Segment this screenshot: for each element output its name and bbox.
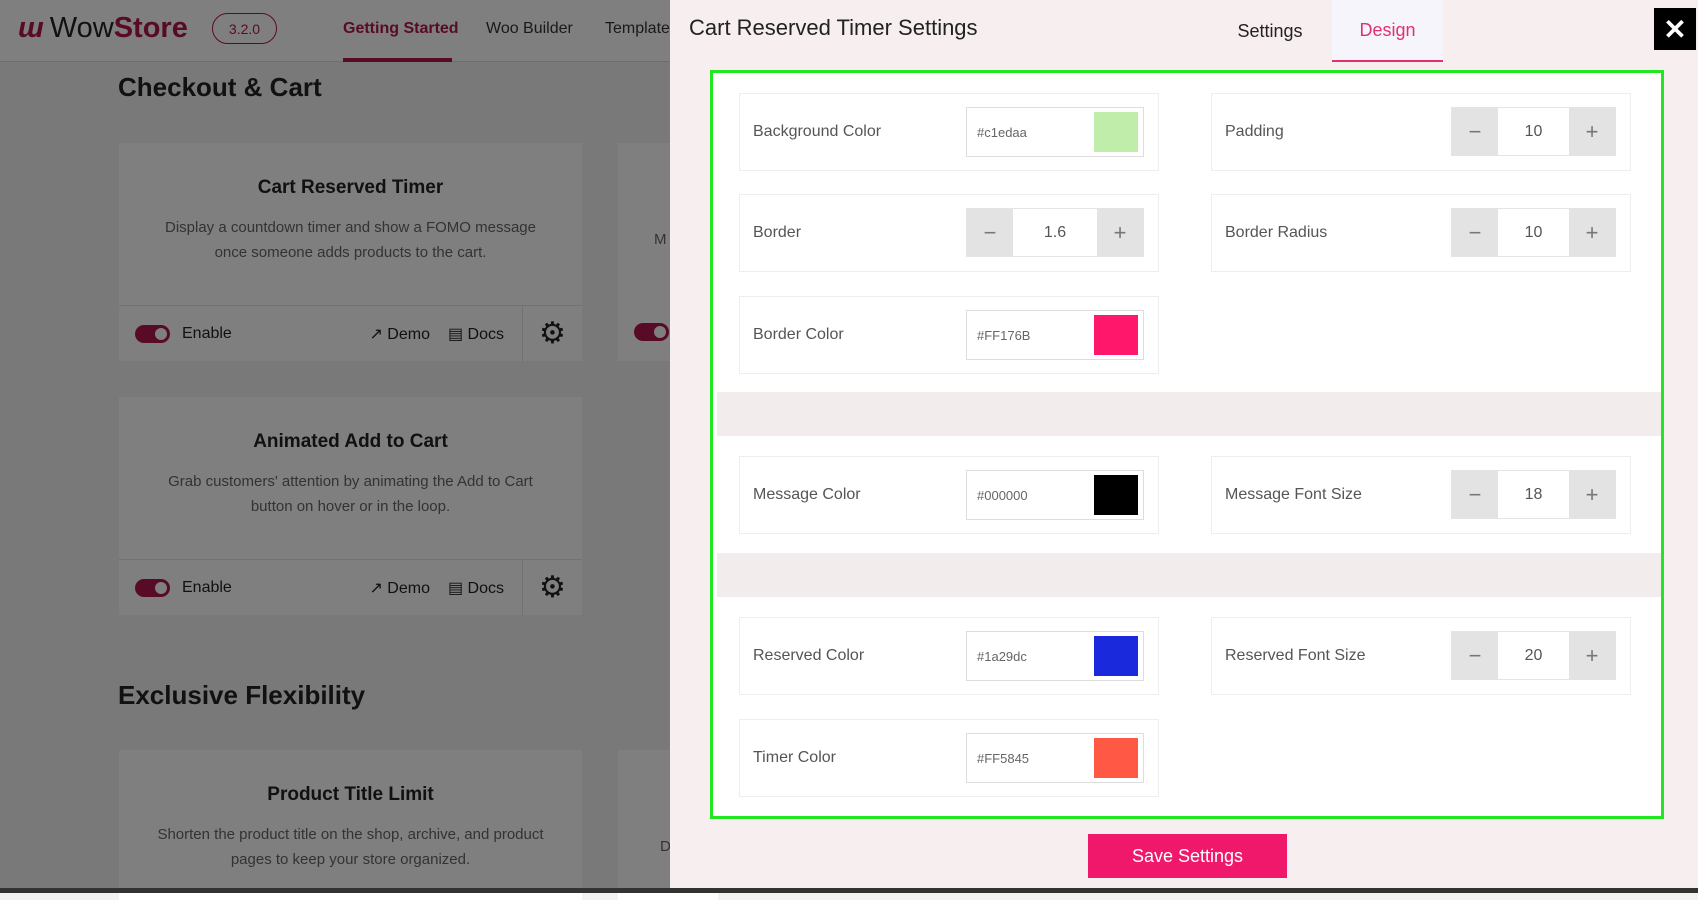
background-color-field: Background Color #c1edaa: [739, 93, 1159, 171]
message-color-field: Message Color #000000: [739, 456, 1159, 534]
border-field: Border −1.6 +: [739, 194, 1159, 272]
padding-stepper[interactable]: −10 +: [1451, 107, 1616, 156]
plus-icon[interactable]: +: [1569, 108, 1615, 155]
minus-icon[interactable]: −: [1452, 108, 1498, 155]
border-radius-field: Border Radius −10 +: [1211, 194, 1631, 272]
plus-icon[interactable]: +: [1569, 209, 1615, 256]
minus-icon[interactable]: −: [967, 209, 1013, 256]
timer-color-field: Timer Color #FF5845: [739, 719, 1159, 797]
reserved-font-size-field: Reserved Font Size −20 +: [1211, 617, 1631, 695]
padding-field: Padding −10 +: [1211, 93, 1631, 171]
minus-icon[interactable]: −: [1452, 209, 1498, 256]
modal-title: Cart Reserved Timer Settings: [689, 15, 978, 40]
tab-settings[interactable]: Settings: [1220, 0, 1320, 62]
modal-backdrop[interactable]: [0, 0, 670, 893]
color-picker[interactable]: #c1edaa: [966, 107, 1144, 157]
minus-icon[interactable]: −: [1452, 471, 1498, 518]
bottom-bar: [0, 888, 1698, 893]
reserved-color-field: Reserved Color #1a29dc: [739, 617, 1159, 695]
message-font-size-field: Message Font Size −18 +: [1211, 456, 1631, 534]
plus-icon[interactable]: +: [1569, 632, 1615, 679]
reserved-font-size-stepper[interactable]: −20 +: [1451, 631, 1616, 680]
save-settings-button[interactable]: Save Settings: [1088, 834, 1287, 878]
design-panel: Background Color #c1edaa Padding −10 + Bord…: [710, 70, 1664, 819]
settings-modal: Cart Reserved Timer Settings Settings De…: [670, 0, 1698, 888]
border-stepper[interactable]: −1.6 +: [966, 208, 1144, 257]
color-picker[interactable]: #1a29dc: [966, 631, 1144, 681]
tab-design[interactable]: Design: [1332, 0, 1443, 62]
color-picker[interactable]: #FF5845: [966, 733, 1144, 783]
divider: [717, 553, 1661, 597]
message-font-size-stepper[interactable]: −18 +: [1451, 470, 1616, 519]
border-radius-stepper[interactable]: −10 +: [1451, 208, 1616, 257]
color-picker[interactable]: #FF176B: [966, 310, 1144, 360]
border-color-field: Border Color #FF176B: [739, 296, 1159, 374]
divider: [717, 392, 1661, 436]
plus-icon[interactable]: +: [1097, 209, 1143, 256]
close-icon[interactable]: ✕: [1654, 8, 1696, 50]
minus-icon[interactable]: −: [1452, 632, 1498, 679]
plus-icon[interactable]: +: [1569, 471, 1615, 518]
color-picker[interactable]: #000000: [966, 470, 1144, 520]
